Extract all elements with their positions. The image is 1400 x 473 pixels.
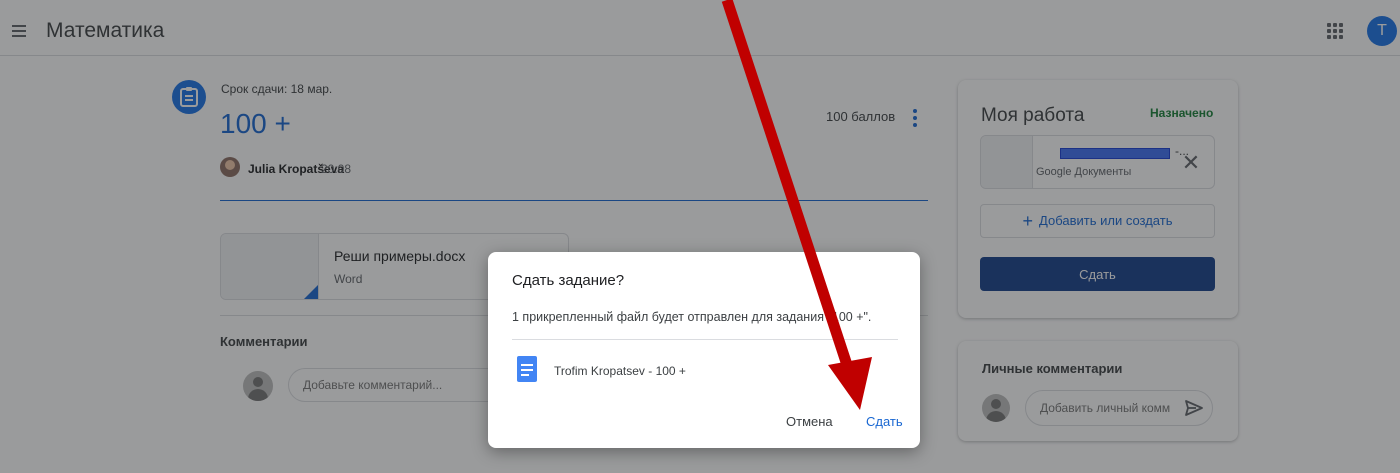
cancel-button[interactable]: Отмена — [786, 414, 833, 429]
dialog-body: 1 прикрепленный файл будет отправлен для… — [512, 310, 872, 324]
google-docs-icon — [517, 356, 537, 382]
dialog-title: Сдать задание? — [512, 272, 625, 289]
dialog-divider — [512, 339, 898, 340]
submit-dialog: Сдать задание? 1 прикрепленный файл буде… — [488, 252, 920, 448]
confirm-submit-button[interactable]: Сдать — [866, 414, 903, 429]
dialog-file-name: Trofim Kropatsev - 100 + — [554, 364, 686, 378]
classroom-page: Математика T Срок сдачи: 18 мар. 100 + 1… — [0, 0, 1400, 473]
